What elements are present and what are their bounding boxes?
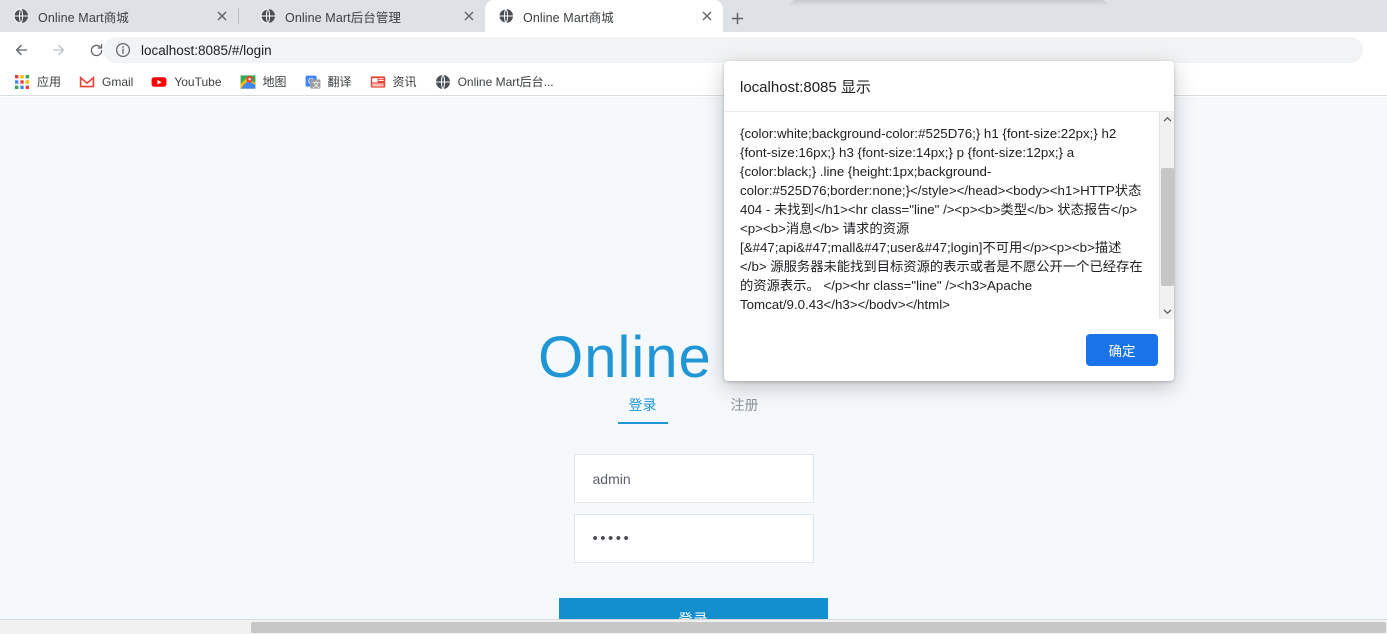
- tab-title: Online Mart商城: [523, 10, 614, 25]
- tab-login[interactable]: 登录: [617, 389, 669, 424]
- tab-divider: [238, 8, 239, 24]
- bookmark-label: Online Mart后台...: [457, 75, 554, 89]
- javascript-alert-dialog: localhost:8085 显示 {color:white;backgroun…: [724, 61, 1174, 381]
- dialog-scrollbar-thumb[interactable]: [1161, 168, 1174, 286]
- dialog-title: localhost:8085 显示: [724, 61, 1174, 112]
- back-button[interactable]: [8, 36, 36, 64]
- globe-icon: [498, 8, 514, 24]
- bookmark-youtube[interactable]: YouTube: [143, 70, 229, 94]
- arrow-right-icon: [52, 44, 65, 56]
- bookmark-label: 应用: [37, 75, 62, 89]
- tab-title: Online Mart商城: [38, 10, 129, 25]
- bookmark-translate[interactable]: G文 翻译: [297, 70, 360, 94]
- bookmark-label: 地图: [262, 75, 287, 89]
- new-tab-button[interactable]: [723, 4, 751, 32]
- bookmark-apps[interactable]: 应用: [6, 70, 69, 94]
- auth-tabs: 登录 注册: [464, 389, 924, 424]
- globe-icon: [260, 8, 276, 24]
- info-circle-icon: [115, 42, 131, 58]
- browser-tab-2[interactable]: Online Mart后台管理: [247, 0, 485, 32]
- svg-text:文: 文: [312, 79, 320, 89]
- bookmark-label: 资讯: [392, 75, 417, 89]
- browser-tab-1[interactable]: Online Mart商城: [0, 0, 238, 32]
- browser-window: Online Mart商城 Online Mart后台管理 Online Mar…: [0, 0, 1387, 634]
- bookmark-gmail[interactable]: Gmail: [71, 70, 141, 94]
- scroll-up-icon[interactable]: [1160, 112, 1174, 127]
- dialog-body: {color:white;background-color:#525D76;} …: [724, 112, 1174, 319]
- tab-close-icon[interactable]: [699, 8, 715, 24]
- bookmark-online-mart-admin[interactable]: Online Mart后台...: [427, 70, 562, 94]
- bookmark-news[interactable]: 资讯: [362, 70, 425, 94]
- scrollbar-thumb[interactable]: [251, 622, 1386, 633]
- site-logo: Online Mart: [538, 325, 849, 390]
- tab-title: Online Mart后台管理: [285, 10, 402, 25]
- gmail-icon: [79, 74, 95, 90]
- page-viewport: Online Mart 登录 注册 admin ••••• 登录: [0, 97, 1387, 634]
- password-input[interactable]: •••••: [573, 514, 814, 563]
- tab-strip: Online Mart商城 Online Mart后台管理 Online Mar…: [0, 0, 1387, 32]
- news-icon: [370, 74, 386, 90]
- bookmark-maps[interactable]: 地图: [232, 70, 295, 94]
- bookmark-label: 翻译: [327, 75, 352, 89]
- plus-icon: [731, 12, 743, 24]
- bookmark-label: Gmail: [102, 74, 134, 89]
- browser-toolbar: localhost:8085/#/login: [0, 32, 1387, 68]
- tab-register[interactable]: 注册: [719, 389, 771, 424]
- arrow-left-icon: [15, 44, 28, 56]
- translate-icon: G文: [305, 74, 321, 90]
- globe-icon: [435, 74, 451, 90]
- page-horizontal-scrollbar[interactable]: [0, 619, 1387, 634]
- dialog-ok-button[interactable]: 确定: [1086, 334, 1158, 366]
- login-card: 登录 注册 admin ••••• 登录: [464, 389, 924, 634]
- username-input[interactable]: admin: [573, 454, 814, 503]
- reload-icon: [90, 43, 102, 56]
- address-bar[interactable]: localhost:8085/#/login: [103, 37, 1363, 63]
- scroll-down-icon[interactable]: [1160, 304, 1174, 319]
- maps-icon: [240, 74, 256, 90]
- tab-close-icon[interactable]: [461, 8, 477, 24]
- address-bar-url: localhost:8085/#/login: [141, 42, 272, 58]
- window-shadow: [790, 0, 1108, 6]
- globe-icon: [13, 8, 29, 24]
- password-masked-value: •••••: [592, 530, 632, 547]
- youtube-icon: [151, 74, 167, 90]
- apps-grid-icon: [14, 74, 30, 90]
- bookmarks-bar: 应用 Gmail YouTube 地图 G文 翻译: [0, 68, 1387, 96]
- dialog-message: {color:white;background-color:#525D76;} …: [740, 126, 1143, 309]
- bookmark-label: YouTube: [174, 74, 222, 89]
- forward-button[interactable]: [44, 36, 72, 64]
- dialog-actions: 确定: [724, 319, 1174, 381]
- dialog-scrollbar[interactable]: [1159, 112, 1174, 319]
- browser-tab-3[interactable]: Online Mart商城: [485, 0, 723, 32]
- tab-close-icon[interactable]: [214, 8, 230, 24]
